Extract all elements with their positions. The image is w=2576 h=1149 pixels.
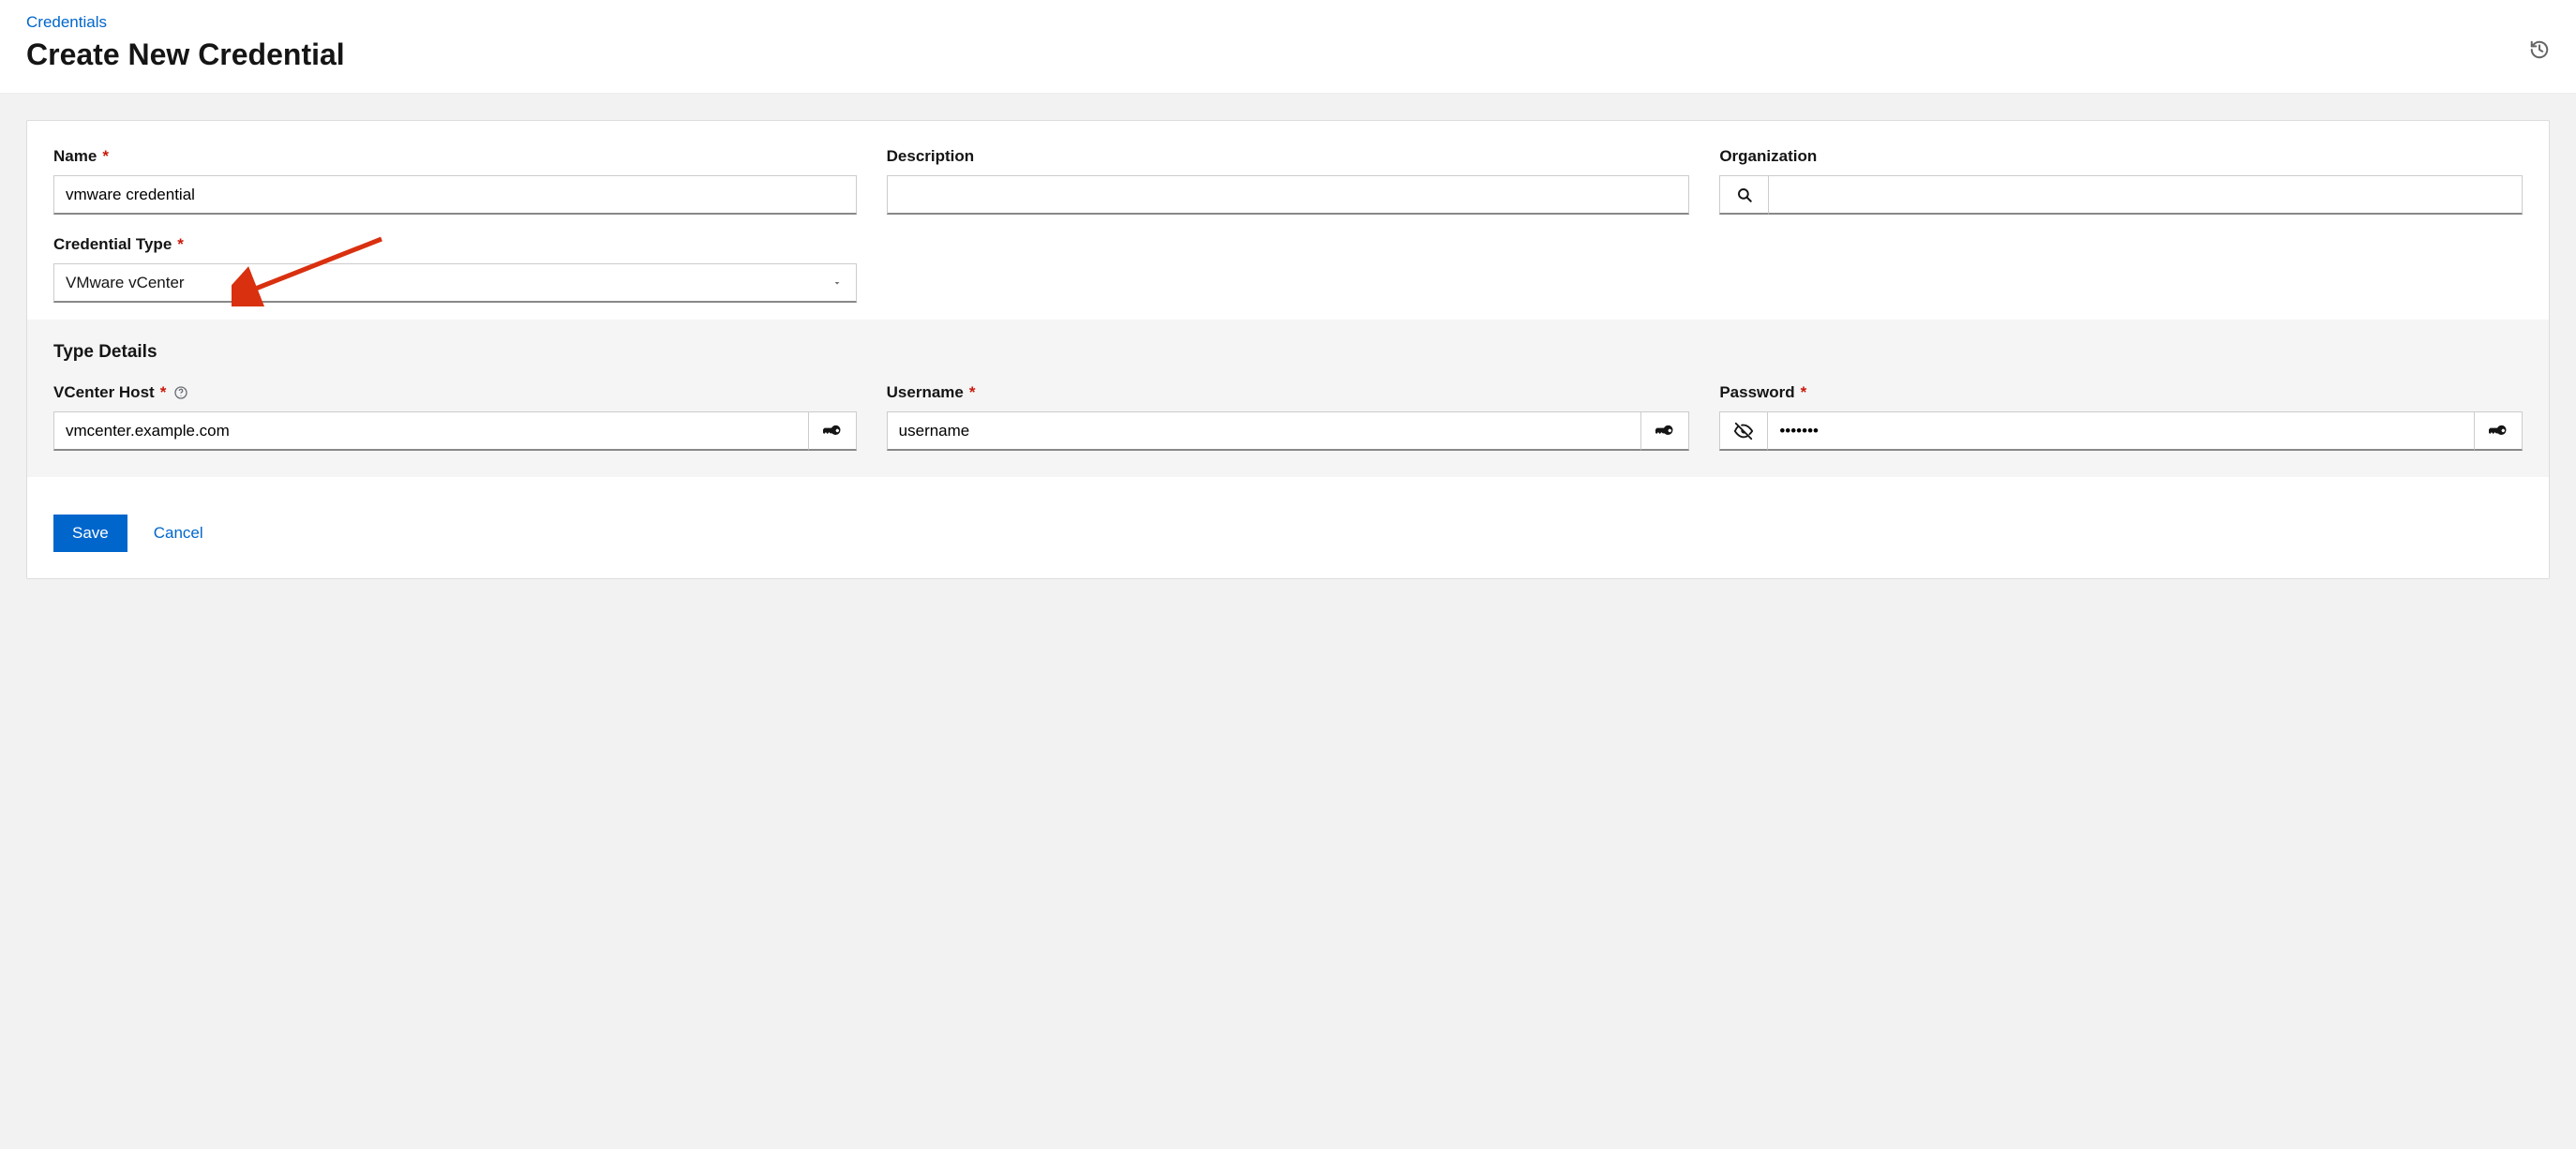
credential-type-select[interactable]: VMware vCenter bbox=[53, 263, 857, 303]
organization-input[interactable] bbox=[1768, 175, 2523, 215]
organization-lookup-button[interactable] bbox=[1719, 175, 1768, 215]
breadcrumb-credentials-link[interactable]: Credentials bbox=[26, 13, 107, 31]
credential-type-label: Credential Type * bbox=[53, 235, 857, 254]
page-title: Create New Credential bbox=[26, 37, 2550, 72]
required-marker: * bbox=[177, 235, 184, 254]
name-field: Name * bbox=[53, 147, 857, 215]
credential-type-label-text: Credential Type bbox=[53, 235, 172, 254]
vcenter-host-input[interactable] bbox=[53, 411, 808, 451]
history-icon[interactable] bbox=[2529, 39, 2550, 60]
form-card: Name * Description Organization bbox=[26, 120, 2550, 579]
description-input[interactable] bbox=[887, 175, 1690, 215]
save-button[interactable]: Save bbox=[53, 515, 127, 552]
main-fields-section: Name * Description Organization bbox=[27, 121, 2549, 320]
name-label-text: Name bbox=[53, 147, 97, 166]
vcenter-host-key-button[interactable] bbox=[808, 411, 857, 451]
password-input[interactable] bbox=[1768, 411, 2474, 451]
required-marker: * bbox=[160, 383, 167, 402]
description-label: Description bbox=[887, 147, 1690, 166]
vcenter-host-field: VCenter Host * bbox=[53, 383, 857, 451]
content-area: Name * Description Organization bbox=[0, 94, 2576, 605]
description-field: Description bbox=[887, 147, 1690, 215]
name-label: Name * bbox=[53, 147, 857, 166]
page-header: Credentials Create New Credential bbox=[0, 0, 2576, 94]
organization-label-text: Organization bbox=[1719, 147, 1817, 166]
breadcrumb: Credentials bbox=[26, 13, 2550, 32]
password-visibility-toggle[interactable] bbox=[1719, 411, 1768, 451]
required-marker: * bbox=[1801, 383, 1807, 402]
password-key-button[interactable] bbox=[2474, 411, 2523, 451]
credential-type-value: VMware vCenter bbox=[66, 274, 185, 292]
chevron-down-icon bbox=[831, 277, 843, 289]
search-icon bbox=[1736, 187, 1753, 203]
password-label-text: Password bbox=[1719, 383, 1794, 402]
organization-field: Organization bbox=[1719, 147, 2523, 215]
password-label: Password * bbox=[1719, 383, 2523, 402]
username-label: Username * bbox=[887, 383, 1690, 402]
username-key-button[interactable] bbox=[1640, 411, 1689, 451]
key-icon bbox=[823, 422, 842, 440]
type-details-title: Type Details bbox=[53, 342, 2523, 363]
credential-type-field: Credential Type * VMware vCenter bbox=[53, 235, 857, 303]
username-label-text: Username bbox=[887, 383, 964, 402]
required-marker: * bbox=[969, 383, 976, 402]
cancel-button[interactable]: Cancel bbox=[154, 515, 203, 552]
key-icon bbox=[1655, 422, 1674, 440]
eye-off-icon bbox=[1733, 421, 1754, 441]
help-icon[interactable] bbox=[173, 385, 188, 400]
key-icon bbox=[2489, 422, 2508, 440]
username-input[interactable] bbox=[887, 411, 1641, 451]
type-details-section: Type Details VCenter Host * bbox=[27, 320, 2549, 477]
form-footer: Save Cancel bbox=[27, 477, 2549, 578]
password-field: Password * bbox=[1719, 383, 2523, 451]
organization-label: Organization bbox=[1719, 147, 2523, 166]
username-field: Username * bbox=[887, 383, 1690, 451]
vcenter-host-label-text: VCenter Host bbox=[53, 383, 155, 402]
description-label-text: Description bbox=[887, 147, 975, 166]
required-marker: * bbox=[102, 147, 109, 166]
vcenter-host-label: VCenter Host * bbox=[53, 383, 857, 402]
name-input[interactable] bbox=[53, 175, 857, 215]
